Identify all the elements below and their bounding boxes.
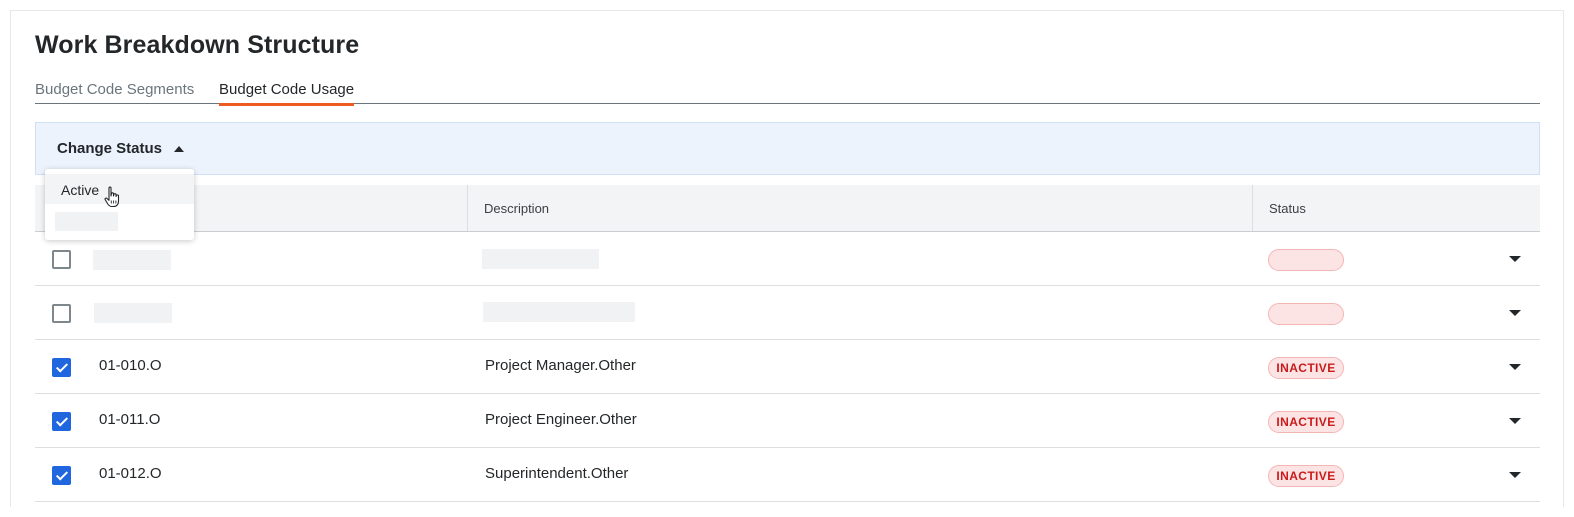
description-placeholder <box>483 302 635 322</box>
change-status-button[interactable]: Change Status <box>57 140 185 157</box>
bulk-action-bar: Change Status <box>35 122 1540 175</box>
status-badge <box>1268 249 1344 271</box>
row-checkbox[interactable] <box>52 412 71 431</box>
caret-down-icon[interactable] <box>1509 472 1521 478</box>
caret-down-icon[interactable] <box>1509 310 1521 316</box>
tab-budget-code-usage[interactable]: Budget Code Usage <box>219 81 355 106</box>
status-option-placeholder[interactable] <box>55 212 118 231</box>
code-placeholder <box>94 303 172 323</box>
column-divider[interactable] <box>1252 185 1253 231</box>
budget-code: 01-012.O <box>99 465 162 482</box>
table-row[interactable]: 01-012.O Superintendent.Other INACTIVE <box>35 448 1540 502</box>
status-badge: INACTIVE <box>1268 411 1344 433</box>
code-placeholder <box>93 250 171 270</box>
row-checkbox[interactable] <box>52 304 71 323</box>
change-status-label: Change Status <box>57 140 163 157</box>
budget-code: 01-011.O <box>99 411 161 428</box>
page-frame: Work Breakdown Structure Budget Code Seg… <box>10 10 1564 507</box>
caret-down-icon[interactable] <box>1509 256 1521 262</box>
table-row[interactable] <box>35 232 1540 286</box>
budget-code: 01-010.O <box>99 357 162 374</box>
table-row[interactable]: 01-010.O Project Manager.Other INACTIVE <box>35 340 1540 394</box>
page-title: Work Breakdown Structure <box>35 31 360 59</box>
tab-bar: Budget Code Segments Budget Code Usage <box>35 79 1540 106</box>
budget-code-table: Description Status 01-010.O Project Mana… <box>35 185 1540 502</box>
column-divider[interactable] <box>467 185 468 231</box>
description-placeholder <box>482 249 599 269</box>
table-row[interactable] <box>35 286 1540 340</box>
row-checkbox[interactable] <box>52 358 71 377</box>
row-checkbox[interactable] <box>52 250 71 269</box>
caret-up-icon <box>174 145 185 152</box>
budget-code-description: Superintendent.Other <box>485 465 629 482</box>
table-header: Description Status <box>35 185 1540 232</box>
table-row[interactable]: 01-011.O Project Engineer.Other INACTIVE <box>35 394 1540 448</box>
column-header-description[interactable]: Description <box>484 201 549 216</box>
status-badge <box>1268 303 1344 325</box>
caret-down-icon[interactable] <box>1509 364 1521 370</box>
row-checkbox[interactable] <box>52 466 71 485</box>
tab-budget-code-segments[interactable]: Budget Code Segments <box>35 81 194 104</box>
status-badge: INACTIVE <box>1268 465 1344 487</box>
hand-pointer-icon <box>104 186 120 208</box>
caret-down-icon[interactable] <box>1509 418 1521 424</box>
status-badge: INACTIVE <box>1268 357 1344 379</box>
budget-code-description: Project Manager.Other <box>485 357 636 374</box>
column-header-status[interactable]: Status <box>1269 201 1306 216</box>
budget-code-description: Project Engineer.Other <box>485 411 637 428</box>
